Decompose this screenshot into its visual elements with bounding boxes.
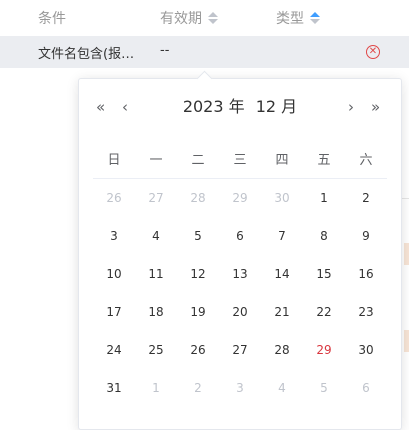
weekday-row: 日 一 二 三 四 五 六 (93, 149, 387, 168)
day-cell[interactable]: 9 (351, 224, 381, 248)
table-header: 条件 有效期 类型 (0, 0, 409, 36)
next-month-button[interactable]: › (348, 96, 354, 118)
weekday-label: 六 (359, 153, 373, 168)
day-cell[interactable]: 17 (99, 300, 129, 324)
day-cell[interactable]: 13 (225, 262, 255, 286)
day-cell[interactable]: 1 (309, 186, 339, 210)
weekday-label: 五 (317, 153, 331, 168)
day-cell[interactable]: 15 (309, 262, 339, 286)
day-cell[interactable]: 26 (99, 186, 129, 210)
sort-icon[interactable] (208, 12, 218, 24)
column-header-condition: 条件 (38, 8, 66, 28)
month-label[interactable]: 12 月 (256, 97, 297, 116)
day-cell[interactable]: 21 (267, 300, 297, 324)
weekday-label: 三 (233, 153, 247, 168)
day-cell[interactable]: 19 (183, 300, 213, 324)
background-highlight (404, 330, 409, 352)
day-cell[interactable]: 3 (225, 376, 255, 400)
validity-cell[interactable]: -- (160, 43, 169, 58)
day-cell[interactable]: 16 (351, 262, 381, 286)
weekday-label: 日 (107, 153, 121, 168)
weekday-label: 一 (149, 153, 163, 168)
day-cell-today[interactable]: 29 (309, 338, 339, 362)
day-cell[interactable]: 4 (141, 224, 171, 248)
day-cell[interactable]: 11 (141, 262, 171, 286)
calendar-header: « ‹ 2023 年 12 月 › » (79, 96, 401, 118)
date-picker-popup: « ‹ 2023 年 12 月 › » 日 一 二 三 四 五 六 26 27 28… (78, 70, 402, 430)
day-cell[interactable]: 4 (267, 376, 297, 400)
day-cell[interactable]: 25 (141, 338, 171, 362)
day-cell[interactable]: 23 (351, 300, 381, 324)
day-cell[interactable]: 28 (267, 338, 297, 362)
day-cell[interactable]: 31 (99, 376, 129, 400)
next-year-button[interactable]: » (371, 96, 380, 118)
day-cell[interactable]: 18 (141, 300, 171, 324)
day-cell[interactable]: 22 (309, 300, 339, 324)
day-cell[interactable]: 26 (183, 338, 213, 362)
day-cell[interactable]: 10 (99, 262, 129, 286)
day-cell[interactable]: 14 (267, 262, 297, 286)
day-cell[interactable]: 30 (351, 338, 381, 362)
background-highlight (404, 243, 409, 265)
day-cell[interactable]: 27 (141, 186, 171, 210)
day-cell[interactable]: 2 (183, 376, 213, 400)
delete-circle-icon[interactable]: ✕ (366, 45, 380, 59)
day-cell[interactable]: 6 (351, 376, 381, 400)
column-header-validity[interactable]: 有效期 (160, 8, 218, 28)
column-header-validity-label: 有效期 (160, 11, 202, 27)
day-cell[interactable]: 3 (99, 224, 129, 248)
day-cell[interactable]: 6 (225, 224, 255, 248)
popup-arrow (196, 70, 213, 87)
column-header-type[interactable]: 类型 (276, 8, 320, 28)
condition-cell: 文件名包含(报… (38, 47, 135, 62)
day-cell[interactable]: 27 (225, 338, 255, 362)
weekday-label: 二 (191, 153, 205, 168)
column-header-type-label: 类型 (276, 11, 304, 27)
divider (93, 178, 387, 179)
day-cell[interactable]: 30 (267, 186, 297, 210)
day-cell[interactable]: 24 (99, 338, 129, 362)
day-cell[interactable]: 5 (183, 224, 213, 248)
day-cell[interactable]: 29 (225, 186, 255, 210)
table-row[interactable]: 文件名包含(报… -- ✕ (0, 36, 409, 68)
day-cell[interactable]: 28 (183, 186, 213, 210)
day-cell[interactable]: 7 (267, 224, 297, 248)
year-label[interactable]: 2023 年 (183, 97, 245, 116)
day-cell[interactable]: 1 (141, 376, 171, 400)
day-cell[interactable]: 8 (309, 224, 339, 248)
day-cell[interactable]: 5 (309, 376, 339, 400)
day-cell[interactable]: 12 (183, 262, 213, 286)
sort-ascending-icon[interactable] (310, 12, 320, 24)
day-cell[interactable]: 2 (351, 186, 381, 210)
column-header-condition-label: 条件 (38, 11, 66, 27)
day-cell[interactable]: 20 (225, 300, 255, 324)
weekday-label: 四 (275, 153, 289, 168)
